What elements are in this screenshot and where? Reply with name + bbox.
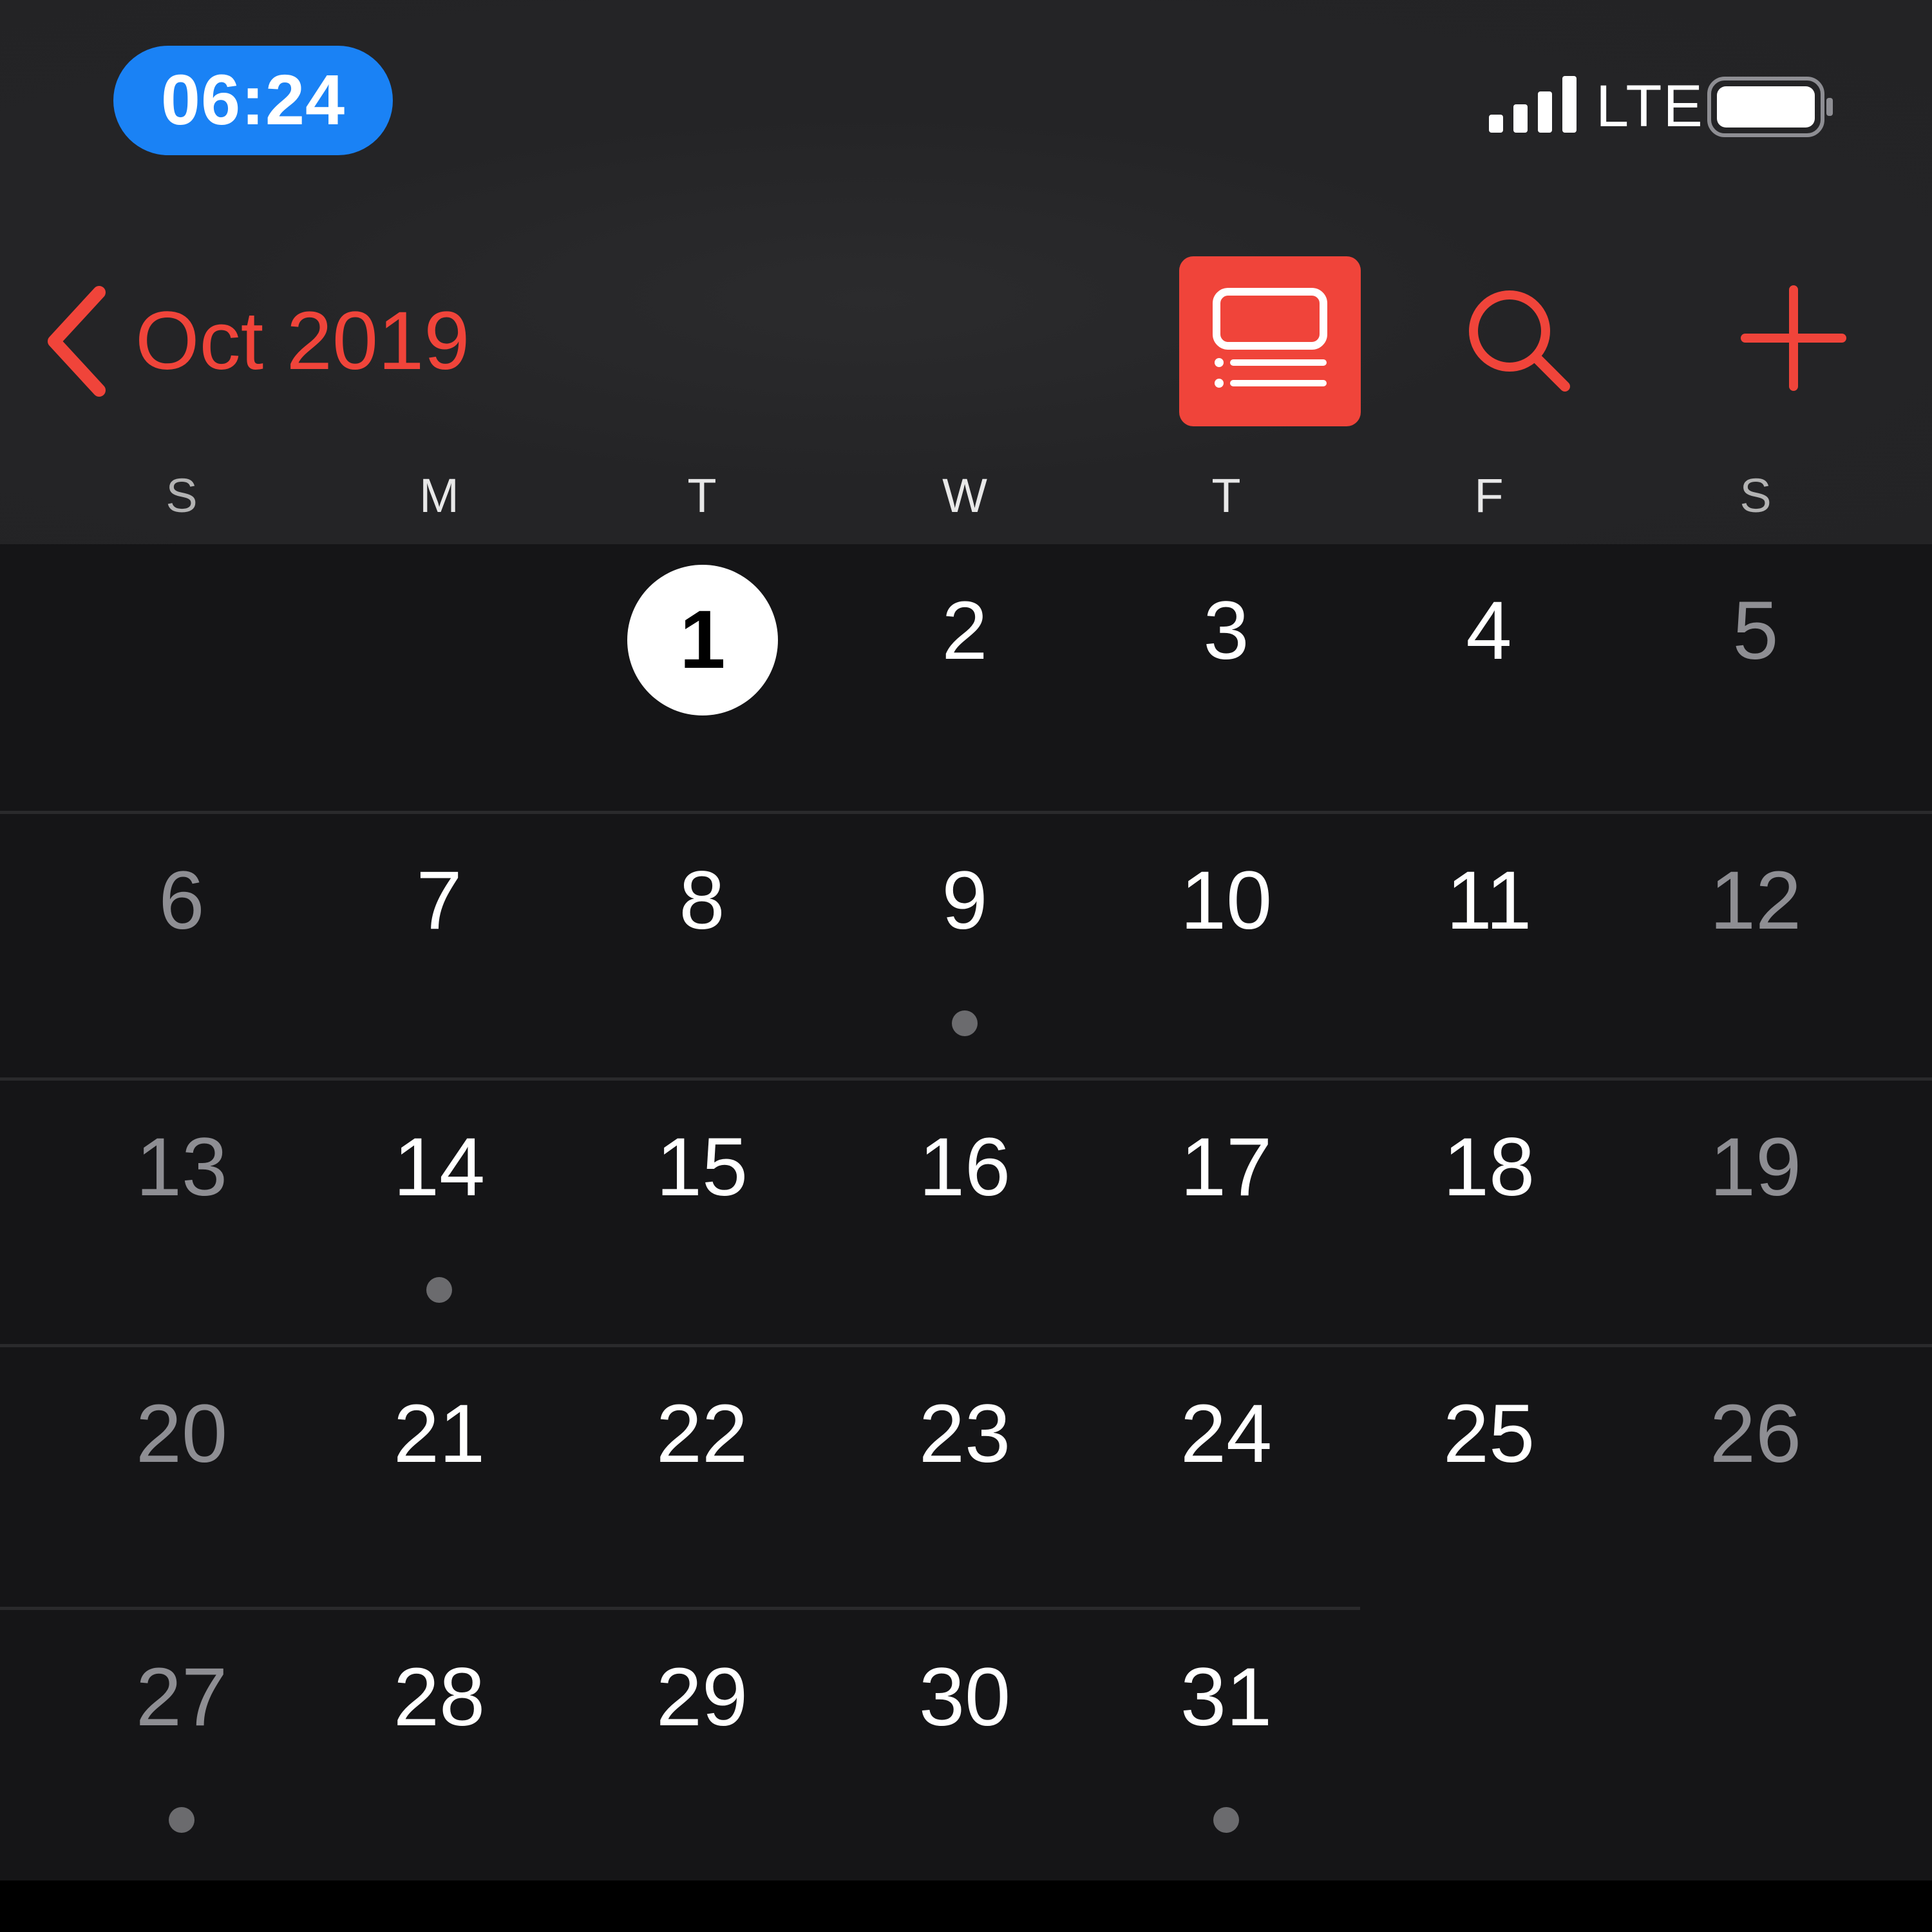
month-grid: 1 2 3 4 5 6 7 8 9 10 11 12 13 14 15 16 17 18 19 20 21 22 23 24 2… [0,544,1932,1880]
day-number: 4 [1466,585,1512,677]
day-number: 26 [1709,1388,1802,1480]
day-number: 6 [158,855,205,947]
list-view-icon [1213,288,1327,388]
day-cell[interactable]: 20 [59,1347,304,1614]
day-cell[interactable]: 5 [1633,544,1878,811]
event-indicator-dot [169,1807,194,1833]
day-cell[interactable]: 1 [580,544,824,811]
month-year-label: Oct 2019 [135,295,470,387]
day-number: 8 [679,855,725,947]
weekday-label: T [1211,469,1241,522]
bottom-edge [0,1880,1932,1932]
day-cell[interactable]: 8 [580,814,824,1081]
status-time[interactable]: 06:24 [113,46,393,155]
week-separator [0,1607,1360,1610]
weekday-label: F [1474,469,1504,522]
plus-icon[interactable] [1739,283,1848,393]
weekday-label: W [942,469,987,522]
day-number: 28 [393,1651,486,1743]
network-type-label: LTE [1596,73,1704,139]
weekday-header: SMTWTFS [0,464,1932,528]
event-indicator-dot [952,1010,978,1036]
day-number: 13 [135,1121,228,1213]
week-row: 13 14 15 16 17 18 19 [0,1077,1932,1347]
day-number: 10 [1180,855,1273,947]
day-cell[interactable]: 11 [1367,814,1611,1081]
day-number: 12 [1709,855,1802,947]
event-indicator-dot [426,1277,452,1303]
cellular-signal-icon [1489,76,1577,133]
weekday-label: S [1739,469,1772,522]
day-cell[interactable]: 28 [317,1611,562,1877]
day-number: 20 [135,1388,228,1480]
day-cell[interactable]: 2 [842,544,1087,811]
day-number: 17 [1180,1121,1273,1213]
week-row: 6 7 8 9 10 11 12 [0,811,1932,1081]
day-cell[interactable]: 26 [1633,1347,1878,1614]
week-row: 1 2 3 4 5 [0,544,1932,811]
day-number: 23 [918,1388,1011,1480]
day-number: 18 [1443,1121,1535,1213]
calendar-screen: 06:24 LTE Oct 2019 S M T W T F S 1 2 3 4… [0,0,1932,1932]
day-number: 27 [135,1651,228,1743]
day-number: 11 [1446,855,1532,947]
day-cell[interactable]: 3 [1104,544,1349,811]
day-cell[interactable]: 16 [842,1081,1087,1347]
day-cell[interactable]: 18 [1367,1081,1611,1347]
day-cell[interactable]: 12 [1633,814,1878,1081]
list-view-toggle-button[interactable] [1179,256,1361,426]
day-cell[interactable]: 29 [580,1611,824,1877]
day-cell[interactable]: 13 [59,1081,304,1347]
day-number: 14 [393,1121,486,1213]
day-cell[interactable]: 10 [1104,814,1349,1081]
day-cell[interactable]: 21 [317,1347,562,1614]
chevron-left-icon [48,286,106,397]
today-day-number: 1 [627,565,778,715]
day-number: 9 [942,855,988,947]
header-area: 06:24 LTE Oct 2019 S M T W T F S [0,0,1932,544]
back-to-year-button[interactable]: Oct 2019 [40,283,469,399]
day-cell[interactable]: 15 [580,1081,824,1347]
day-cell[interactable]: 9 [842,814,1087,1081]
day-cell[interactable]: 19 [1633,1081,1878,1347]
battery-icon [1707,77,1833,137]
day-cell[interactable]: 27 [59,1611,304,1877]
day-cell[interactable]: 23 [842,1347,1087,1614]
day-cell[interactable]: 6 [59,814,304,1081]
day-number: 31 [1180,1651,1273,1743]
day-cell[interactable]: 25 [1367,1347,1611,1614]
day-number: 19 [1709,1121,1802,1213]
day-cell[interactable]: 30 [842,1611,1087,1877]
day-number: 29 [656,1651,748,1743]
day-cell[interactable]: 14 [317,1081,562,1347]
day-number: 15 [656,1121,748,1213]
day-cell[interactable]: 17 [1104,1081,1349,1347]
day-number: 30 [918,1651,1011,1743]
day-number: 5 [1732,585,1779,677]
week-row: 27 28 29 30 31 [0,1611,1932,1877]
day-number: 21 [393,1388,486,1480]
day-number: 3 [1203,585,1249,677]
weekday-label: S [166,469,198,522]
day-number: 16 [918,1121,1011,1213]
search-icon[interactable] [1462,283,1578,399]
day-cell[interactable]: 31 [1104,1611,1349,1877]
day-cell[interactable]: 24 [1104,1347,1349,1614]
day-cell[interactable]: 22 [580,1347,824,1614]
weekday-label: M [419,469,459,522]
day-number: 2 [942,585,988,677]
week-row: 20 21 22 23 24 25 26 [0,1344,1932,1614]
weekday-label: T [687,469,717,522]
day-cell[interactable]: 4 [1367,544,1611,811]
day-number: 7 [416,855,462,947]
day-number: 22 [656,1388,748,1480]
day-number: 24 [1180,1388,1273,1480]
day-number: 25 [1443,1388,1535,1480]
day-cell[interactable]: 7 [317,814,562,1081]
event-indicator-dot [1213,1807,1239,1833]
